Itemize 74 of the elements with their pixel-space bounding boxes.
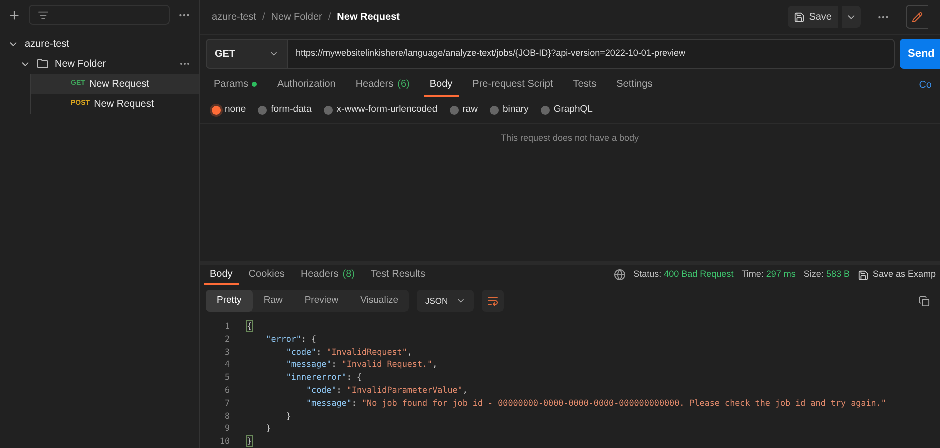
radio-option[interactable]: raw — [450, 102, 478, 118]
breadcrumb-separator: / — [328, 10, 332, 24]
radio-option[interactable]: x-www-form-urlencoded — [324, 102, 438, 118]
tab[interactable]: Tests — [567, 73, 603, 97]
status-metric: Status: 400 Bad Request — [634, 268, 734, 282]
filter-field[interactable] — [29, 5, 170, 25]
collection-item[interactable]: azure-test — [0, 34, 199, 54]
code-line: "code": "InvalidRequest", — [285, 346, 412, 358]
radio-option[interactable]: binary — [490, 102, 529, 118]
method-select[interactable]: GET — [206, 39, 288, 69]
line-number: 7 — [224, 396, 230, 410]
line-number: 8 — [224, 410, 230, 422]
tab[interactable]: Settings — [610, 73, 659, 97]
pencil-icon — [912, 12, 923, 22]
save-button[interactable]: Save — [788, 6, 838, 28]
line-number: 9 — [224, 422, 230, 436]
view-mode-tab[interactable]: Visualize — [350, 290, 410, 312]
line-number: 6 — [224, 384, 230, 397]
radio-option[interactable]: none — [212, 102, 246, 118]
breadcrumb-item[interactable]: azure-test — [212, 10, 256, 24]
view-mode-tab[interactable]: Pretty — [206, 290, 253, 312]
tab[interactable]: Params — [208, 73, 264, 97]
add-icon[interactable] — [8, 8, 21, 22]
save-dropdown[interactable] — [842, 6, 861, 28]
status-metric: Size: 583 B — [804, 268, 850, 282]
code-line: "error": { — [265, 332, 317, 346]
folder-item[interactable]: New Folder — [0, 54, 199, 74]
code-line: } — [285, 410, 292, 422]
tab[interactable]: Pre-request Script — [466, 73, 560, 97]
empty-body-message: This request does not have a body — [500, 132, 640, 145]
save-icon — [858, 270, 869, 280]
edit-button[interactable] — [906, 5, 928, 29]
radio-option[interactable]: form-data — [258, 102, 312, 118]
request-name: New Request — [94, 98, 154, 112]
tab[interactable]: Body — [424, 73, 459, 97]
format-select[interactable]: JSON — [417, 290, 474, 312]
tab[interactable]: Body — [204, 265, 239, 285]
breadcrumb-item: New Request — [337, 10, 400, 24]
radio-option[interactable]: GraphQL — [540, 102, 593, 118]
code-line: "code": "InvalidParameterValue", — [306, 384, 468, 397]
copy-icon[interactable] — [919, 296, 930, 306]
globe-icon[interactable] — [614, 269, 626, 281]
tab[interactable]: Headers (8) — [294, 265, 361, 285]
filter-icon — [38, 10, 49, 20]
status-metric: Time: 297 ms — [742, 268, 796, 282]
request-name: New Request — [89, 78, 150, 92]
tab[interactable]: Test Results — [364, 265, 432, 285]
wrap-icon — [487, 295, 500, 307]
line-number: 5 — [224, 371, 230, 384]
item-label: azure-test — [25, 38, 70, 52]
item-label: New Folder — [55, 58, 106, 72]
code-line: } — [265, 422, 272, 436]
line-number: 2 — [224, 332, 230, 346]
cookies-link[interactable]: Co — [919, 78, 932, 92]
breadcrumb-item[interactable]: New Folder — [271, 10, 322, 24]
line-number: 10 — [218, 435, 230, 448]
folder-icon — [37, 58, 49, 70]
url-field[interactable]: https://mywebsitelinkishere/language/analyze-text/jobs/{JOB-ID}?api-version=2022-10-01-preview — [288, 39, 895, 69]
code-line: "innererror": { — [285, 371, 362, 384]
line-number: 3 — [224, 346, 230, 358]
line-number: 4 — [224, 358, 230, 372]
code-line: "message": "No job found for job id - 00000000-0000-0000-0000-000000000000. Please check the job id and try again." — [306, 396, 886, 410]
send-button[interactable]: Send — [900, 39, 940, 69]
save-example-button[interactable]: Save as Examp — [858, 268, 936, 282]
tab[interactable]: Authorization — [271, 73, 342, 97]
view-mode-tab[interactable]: Preview — [294, 290, 350, 312]
line-number: 1 — [224, 320, 230, 333]
tab[interactable]: Headers (6) — [350, 73, 416, 97]
wrap-button[interactable] — [482, 290, 504, 312]
code-line: "message": "Invalid Request.", — [285, 358, 438, 372]
save-icon — [794, 12, 806, 22]
view-mode-tab[interactable]: Raw — [252, 290, 294, 312]
breadcrumb-separator: / — [262, 10, 266, 24]
tab[interactable]: Cookies — [242, 265, 291, 285]
